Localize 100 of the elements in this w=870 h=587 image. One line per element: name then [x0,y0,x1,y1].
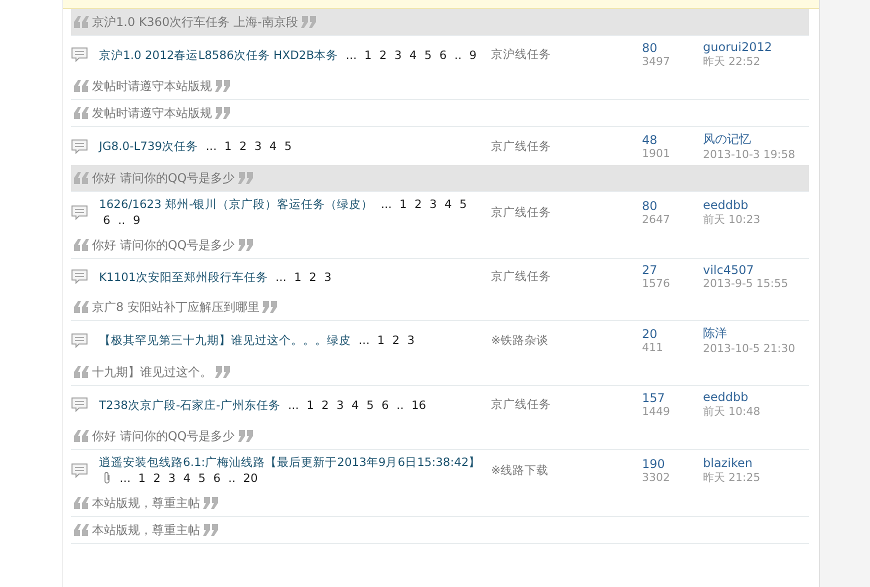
author-link[interactable]: eeddbb [703,198,748,212]
reply-count: 80 [642,41,658,55]
quote-text: 发帖时请遵守本站版规 [92,104,212,122]
thread-title-link[interactable]: 1626/1623 郑州-银川（京广段）客运任务（绿皮） [99,197,374,211]
page-link[interactable]: 2 [322,398,329,412]
page-link[interactable]: 5 [284,139,292,153]
author-link[interactable]: 陈洋 [703,325,727,342]
last-post-time: 昨天 21:25 [703,470,760,484]
page-link[interactable]: ... [206,139,217,153]
page-link[interactable]: 3 [168,471,176,485]
forum-name: 京广线任务 [491,138,552,154]
page-link[interactable]: 3 [429,197,437,211]
page-link[interactable]: 1 [224,139,232,153]
view-count: 3302 [642,470,670,484]
page-link[interactable]: 4 [352,398,359,412]
quote-text: 发帖时请遵守本站版规 [92,78,212,94]
thread-title-link[interactable]: JG8.0-L739次任务 [99,139,198,153]
thread-title-link[interactable]: K1101次安阳至郑州段行车任务 [99,270,268,284]
speech-bubble-icon [71,332,88,348]
page-link[interactable]: 5 [198,471,206,485]
reply-count: 157 [642,391,665,405]
open-quote-icon [73,366,89,378]
page-link[interactable]: 5 [459,197,467,211]
thread-title-link[interactable]: 【极其罕见第三十九期】谁见过这个。。。绿皮 [99,333,351,347]
quote-text: 你好 请问你的QQ号是多少 [92,236,235,254]
thread-title-link[interactable]: 京沪1.0 2012春运L8586次任务 HXD2B本务 [99,48,338,62]
page-link[interactable]: ... [288,398,299,412]
forum-name: ※线路下载 [491,462,550,478]
quote-text: 你好 请问你的QQ号是多少 [92,428,235,444]
page-link[interactable]: .. [454,48,462,62]
open-quote-icon [73,80,89,92]
page-link[interactable]: 3 [394,48,402,62]
speech-bubble-icon [71,462,88,478]
page-link[interactable]: 3 [407,333,415,347]
page-link[interactable]: 5 [424,48,432,62]
page-link[interactable]: 4 [409,48,417,62]
close-quote-icon [215,366,231,378]
page-link[interactable]: 5 [366,398,374,412]
quote-text: 本站版规，尊重主帖 [92,522,200,538]
quote-text: 京广8 安阳站补丁应解压到哪里 [92,298,260,316]
page-link[interactable]: .. [118,213,126,227]
last-post-time: 前天 10:48 [703,404,760,419]
page-link[interactable]: 1 [377,333,385,347]
page-link[interactable]: 2 [414,197,422,211]
page-link[interactable]: 2 [239,139,247,153]
page-link[interactable]: ... [346,48,357,62]
page-link[interactable]: 3 [324,270,332,284]
page-link[interactable]: 9 [469,48,477,62]
close-quote-icon [300,16,317,28]
page-link[interactable]: 6 [213,471,221,485]
close-quote-icon [215,80,231,92]
open-quote-icon [73,172,89,184]
page-link[interactable]: 4 [444,197,452,211]
page-link[interactable]: 16 [411,398,426,412]
page-link[interactable]: 2 [379,48,387,62]
page-link[interactable]: 20 [243,471,258,485]
reply-count: 27 [642,263,658,277]
page-link[interactable]: 3 [336,398,344,412]
author-link[interactable]: eeddbb [703,390,748,404]
close-quote-icon [238,239,254,251]
view-count: 411 [642,340,663,354]
page-link[interactable]: .. [228,471,236,485]
author-link[interactable]: 风の记忆 [703,131,751,148]
close-quote-icon [215,107,231,119]
view-count: 1901 [642,146,670,160]
page-link[interactable]: 2 [153,471,161,485]
page-link[interactable]: 9 [132,213,140,227]
close-quote-icon [203,524,219,536]
page-link[interactable]: 2 [309,270,316,284]
thread-title-link[interactable]: 逍遥安装包线路6.1:广梅汕线路【最后更新于2013年9月6日15:38:42】 [99,455,481,469]
view-count: 3497 [642,55,670,68]
page-link[interactable]: 6 [439,48,447,62]
page-link[interactable]: 4 [269,139,277,153]
quote-text: 本站版规，尊重主帖 [92,494,200,512]
page-link[interactable]: ... [120,471,131,485]
forum-name: ※铁路杂谈 [491,332,550,348]
page-link[interactable]: 1 [400,197,407,211]
page-link[interactable]: ... [380,197,392,211]
view-count: 1449 [642,405,670,418]
page-link[interactable]: 1 [138,471,146,485]
close-quote-icon [262,301,278,313]
page-link[interactable]: 1 [306,398,314,412]
open-quote-icon [73,301,89,313]
author-link[interactable]: guorui2012 [703,40,772,54]
page-link[interactable]: 1 [294,270,302,284]
page-link[interactable]: ... [275,270,286,284]
author-link[interactable]: vilc4507 [703,263,754,277]
thread-title-link[interactable]: T238次京广段-石家庄-广州东任务 [99,398,280,412]
page-link[interactable]: 3 [254,139,262,153]
page-link[interactable]: ... [358,333,370,347]
quote-text: 你好 请问你的QQ号是多少 [92,170,235,186]
page-link[interactable]: 6 [103,213,110,227]
page-link[interactable]: 1 [364,48,372,62]
page-link[interactable]: 6 [381,398,389,412]
page-link[interactable]: 2 [392,333,400,347]
speech-bubble-icon [71,47,88,62]
author-link[interactable]: blaziken [703,456,752,470]
close-quote-icon [238,430,254,442]
page-link[interactable]: 4 [183,471,191,485]
page-link[interactable]: .. [396,398,404,412]
